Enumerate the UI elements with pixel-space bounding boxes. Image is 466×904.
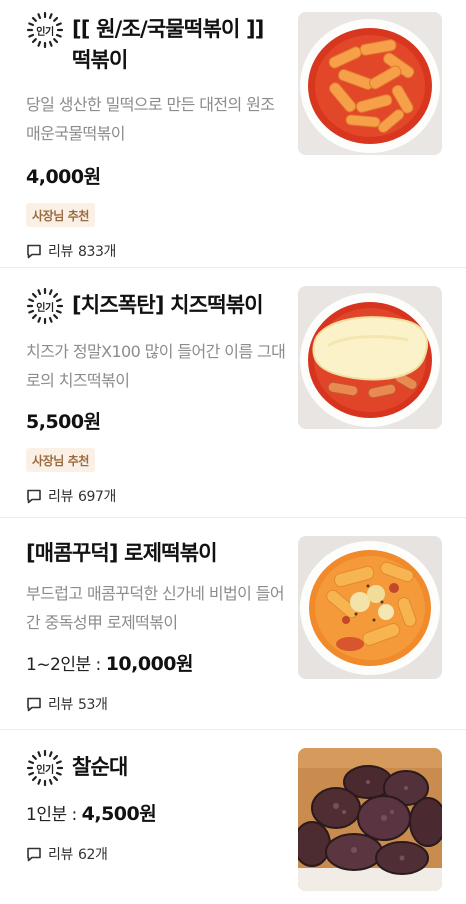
menu-item[interactable]: [매콤꾸덕] 로제떡볶이 부드럽고 매콤꾸덕한 신가네 비법이 들어간 중독성甲…	[0, 518, 466, 730]
owner-recommend-badge: 사장님 추천	[26, 448, 95, 472]
review-bubble-icon	[27, 489, 41, 504]
menu-item-title: [치즈폭탄] 치즈떡볶이	[72, 293, 264, 317]
price-value: 4,500원	[81, 803, 157, 825]
menu-item-image[interactable]	[298, 12, 442, 155]
menu-item-price: 1~2인분 : 10,000원	[26, 649, 288, 676]
sundae-image	[298, 748, 442, 891]
review-bubble-icon	[27, 244, 41, 259]
menu-item[interactable]: 인기 [[ 원/조/국물떡볶이 ]] 떡볶이 당일 생산한 밀떡으로 만든 대전…	[0, 0, 466, 268]
rose-tteokbokki-image	[298, 536, 442, 679]
popular-badge: 인기	[26, 11, 64, 49]
review-count: 833개	[77, 244, 116, 260]
portion-label: 1인분 :	[26, 805, 82, 825]
review-count: 697개	[77, 489, 116, 505]
review-count: 62개	[77, 847, 108, 863]
menu-item[interactable]: 인기 찰순대 1인분 : 4,500원 리뷰 62개	[0, 730, 466, 904]
review-row: 리뷰 62개	[26, 844, 288, 864]
menu-item-description: 치즈가 정말X100 많이 들어간 이름 그대로의 치즈떡볶이	[26, 342, 286, 390]
tteokbokki-bowl-image	[298, 12, 442, 155]
review-label: 리뷰	[48, 489, 73, 505]
popular-badge: 인기	[26, 287, 64, 325]
popular-badge: 인기	[26, 749, 64, 787]
menu-item-image[interactable]	[298, 748, 442, 891]
review-count: 53개	[77, 697, 108, 713]
review-label: 리뷰	[48, 847, 73, 863]
menu-item-title: [매콤꾸덕] 로제떡볶이	[26, 541, 218, 565]
review-bubble-icon	[27, 697, 41, 712]
review-row: 리뷰 833개	[26, 241, 288, 261]
menu-item-price: 1인분 : 4,500원	[26, 799, 288, 826]
menu-item-title: [[ 원/조/국물떡볶이 ]] 떡볶이	[72, 17, 264, 72]
menu-item-price: 4,000원	[26, 166, 101, 188]
menu-item-price: 5,500원	[26, 411, 101, 433]
cheese-tteokbokki-image	[298, 286, 442, 429]
menu-item[interactable]: 인기 [치즈폭탄] 치즈떡볶이 치즈가 정말X100 많이 들어간 이름 그대로…	[0, 268, 466, 518]
portion-label: 1~2인분 :	[26, 655, 106, 675]
menu-list: 인기 [[ 원/조/국물떡볶이 ]] 떡볶이 당일 생산한 밀떡으로 만든 대전…	[0, 0, 466, 904]
review-bubble-icon	[27, 847, 41, 862]
menu-item-title: 찰순대	[72, 755, 128, 779]
popular-badge-label: 인기	[36, 764, 54, 776]
menu-item-description: 당일 생산한 밀떡으로 만든 대전의 원조 매운국물떡볶이	[26, 95, 275, 143]
popular-badge-label: 인기	[36, 302, 54, 314]
menu-item-image[interactable]	[298, 536, 442, 679]
menu-item-image[interactable]	[298, 286, 442, 429]
owner-recommend-badge: 사장님 추천	[26, 203, 95, 227]
price-value: 10,000원	[105, 653, 194, 675]
review-row: 리뷰 697개	[26, 486, 288, 506]
review-row: 리뷰 53개	[26, 694, 288, 714]
menu-item-description: 부드럽고 매콤꾸덕한 신가네 비법이 들어간 중독성甲 로제떡볶이	[26, 584, 285, 632]
review-label: 리뷰	[48, 697, 73, 713]
review-label: 리뷰	[48, 244, 73, 260]
popular-badge-label: 인기	[36, 26, 54, 38]
